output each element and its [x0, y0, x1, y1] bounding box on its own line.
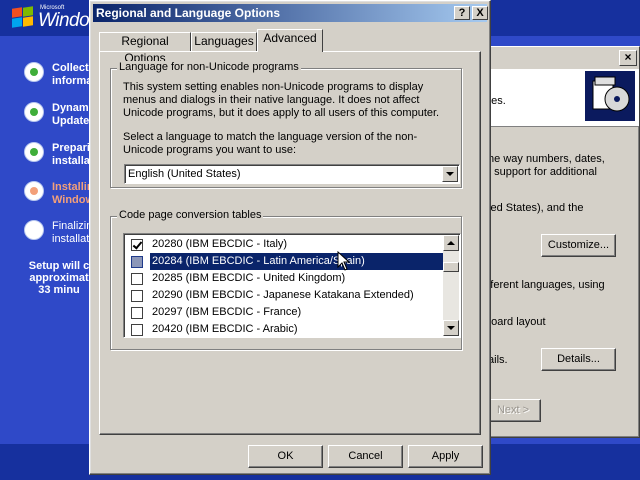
- setup-time-remaining: Setup will c approximat 33 minu: [24, 260, 94, 296]
- regional-language-dialog: Regional and Language Options ? X Region…: [89, 0, 491, 475]
- step-done-icon: [24, 142, 44, 162]
- checkbox-unchecked[interactable]: [131, 256, 143, 268]
- codepage-label: 20285 (IBM EBCDIC - United Kingdom): [152, 272, 346, 284]
- back-text-line: ifferent languages, using: [485, 279, 605, 291]
- dialog-titlebar[interactable]: Regional and Language Options ? X: [93, 4, 488, 22]
- cd-box-icon: [585, 71, 635, 121]
- codepage-label: 20280 (IBM EBCDIC - Italy): [152, 238, 288, 250]
- tab-strip: Regional Options Languages Advanced: [99, 29, 479, 65]
- back-window-header: ges.: [485, 69, 639, 127]
- codepage-row[interactable]: 20297 (IBM EBCDIC - France): [127, 304, 443, 321]
- language-select-value: English (United States): [128, 168, 241, 180]
- back-window-titlebar: [485, 47, 639, 69]
- codepage-label: 20297 (IBM EBCDIC - France): [152, 306, 302, 318]
- next-button[interactable]: Next >: [485, 399, 541, 422]
- step-pending-icon: [24, 220, 44, 240]
- step-current-icon: [24, 181, 44, 201]
- customize-button[interactable]: Customize...: [541, 234, 616, 257]
- time-line: Setup will c: [28, 260, 90, 272]
- back-close-button[interactable]: ×: [619, 50, 637, 66]
- codepage-label: 20290 (IBM EBCDIC - Japanese Katakana Ex…: [152, 289, 414, 301]
- cancel-button[interactable]: Cancel: [328, 445, 403, 468]
- back-text-line: ited States), and the: [485, 202, 584, 214]
- codepage-group-label: Code page conversion tables: [117, 209, 264, 221]
- checkbox-checked[interactable]: [131, 239, 143, 251]
- back-text-line: d support for additional: [485, 166, 597, 178]
- codepage-label: 20284 (IBM EBCDIC - Latin America/Spain): [149, 252, 444, 271]
- dialog-title: Regional and Language Options: [96, 6, 281, 20]
- back-text-line: board layout: [485, 316, 546, 328]
- codepage-row[interactable]: 20285 (IBM EBCDIC - United Kingdom): [127, 270, 443, 287]
- codepage-row-selected[interactable]: 20284 (IBM EBCDIC - Latin America/Spain): [127, 252, 444, 271]
- apply-button[interactable]: Apply: [408, 445, 483, 468]
- checkbox-unchecked[interactable]: [131, 273, 143, 285]
- nonunicode-description: This system setting enables non-Unicode …: [123, 81, 440, 119]
- codepage-group: Code page conversion tables 20280 (IBM E…: [110, 209, 462, 350]
- back-text-line: the way numbers, dates,: [485, 153, 605, 165]
- close-button[interactable]: X: [472, 6, 488, 20]
- windows-flag-icon: [12, 6, 34, 28]
- time-line: 33 minu: [38, 284, 80, 296]
- mouse-cursor-icon: [337, 251, 351, 271]
- nonunicode-group: Language for non-Unicode programs This s…: [110, 61, 462, 188]
- scroll-up-icon[interactable]: [443, 235, 459, 251]
- scroll-thumb[interactable]: [443, 262, 459, 272]
- scroll-down-icon[interactable]: [443, 320, 459, 336]
- step-done-icon: [24, 62, 44, 82]
- checkbox-unchecked[interactable]: [131, 290, 143, 302]
- language-select[interactable]: English (United States): [124, 164, 460, 184]
- nonunicode-prompt: Select a language to match the language …: [123, 131, 418, 156]
- advanced-tab-panel: Language for non-Unicode programs This s…: [99, 51, 481, 435]
- details-button[interactable]: Details...: [541, 348, 616, 371]
- checkbox-unchecked[interactable]: [131, 307, 143, 319]
- checkbox-unchecked[interactable]: [131, 324, 143, 336]
- step-done-icon: [24, 102, 44, 122]
- codepage-row[interactable]: 20280 (IBM EBCDIC - Italy): [127, 236, 443, 253]
- codepage-scrollbar[interactable]: [443, 235, 459, 336]
- setup-regional-window: × ges. the way numbers, dates, d support…: [484, 46, 640, 438]
- tab-regional-options[interactable]: Regional Options: [99, 32, 191, 65]
- tab-languages[interactable]: Languages: [191, 32, 257, 51]
- chevron-down-icon[interactable]: [442, 166, 458, 182]
- codepage-label: 20420 (IBM EBCDIC - Arabic): [152, 323, 298, 335]
- help-button[interactable]: ?: [454, 6, 470, 20]
- windows-logo: Microsoft Windows: [8, 2, 112, 34]
- tab-advanced[interactable]: Advanced: [257, 29, 323, 52]
- codepage-list[interactable]: 20280 (IBM EBCDIC - Italy) 20284 (IBM EB…: [123, 233, 461, 338]
- codepage-row[interactable]: 20290 (IBM EBCDIC - Japanese Katakana Ex…: [127, 287, 443, 304]
- nonunicode-group-label: Language for non-Unicode programs: [117, 61, 301, 73]
- header-text: ges.: [485, 95, 506, 107]
- codepage-row[interactable]: 20420 (IBM EBCDIC - Arabic): [127, 321, 443, 337]
- ok-button[interactable]: OK: [248, 445, 323, 468]
- time-line: approximat: [29, 272, 89, 284]
